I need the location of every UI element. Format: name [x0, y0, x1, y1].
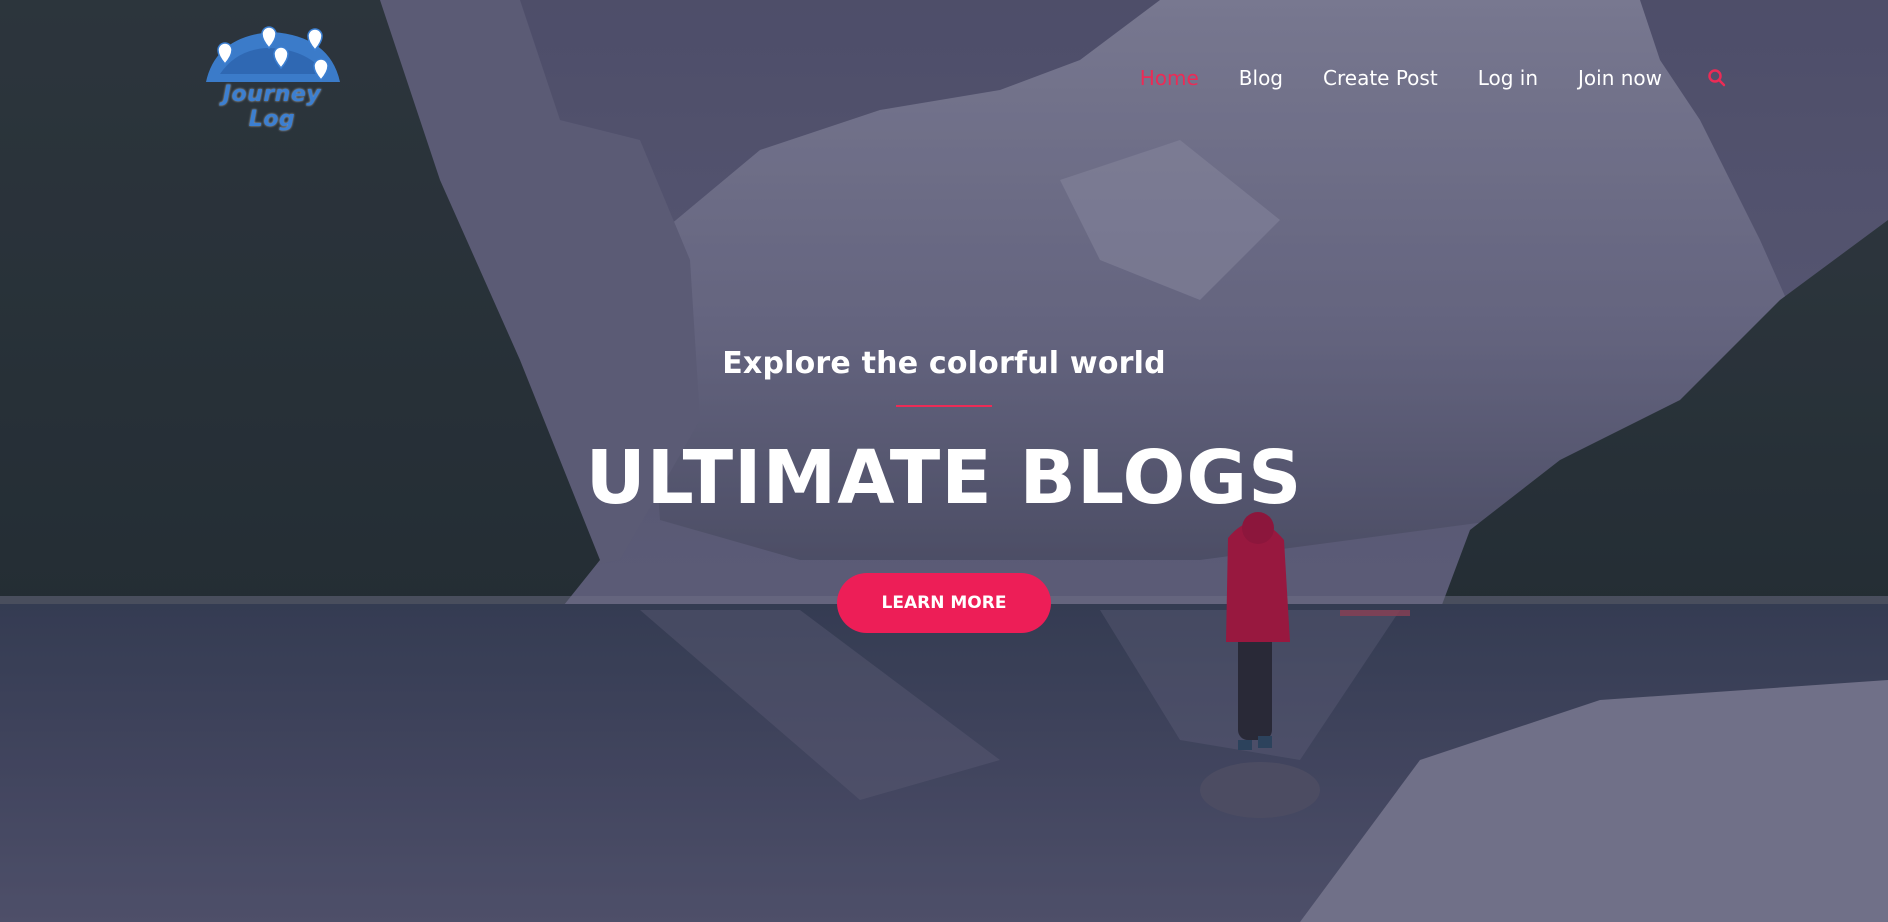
nav-link-home[interactable]: Home — [1140, 66, 1199, 90]
logo-text: Journey Log — [222, 82, 322, 132]
nav-link-blog[interactable]: Blog — [1239, 66, 1283, 90]
nav-link-log-in[interactable]: Log in — [1478, 66, 1538, 90]
hero-subtitle: Explore the colorful world — [722, 346, 1166, 381]
logo[interactable]: Journey Log — [196, 24, 348, 132]
hero-headline: ULTIMATE BLOGS — [585, 435, 1303, 521]
hero-section: Journey Log Home Blog Create Post Log in… — [0, 0, 1888, 922]
learn-more-button[interactable]: LEARN MORE — [837, 573, 1051, 633]
search-button[interactable] — [1706, 67, 1728, 89]
nav-link-join-now[interactable]: Join now — [1578, 66, 1662, 90]
search-icon — [1708, 69, 1726, 87]
hero-divider — [896, 405, 992, 407]
nav-link-create-post[interactable]: Create Post — [1323, 66, 1438, 90]
main-nav: Home Blog Create Post Log in Join now — [1100, 66, 1728, 90]
hero-copy: Explore the colorful world ULTIMATE BLOG… — [0, 346, 1888, 633]
